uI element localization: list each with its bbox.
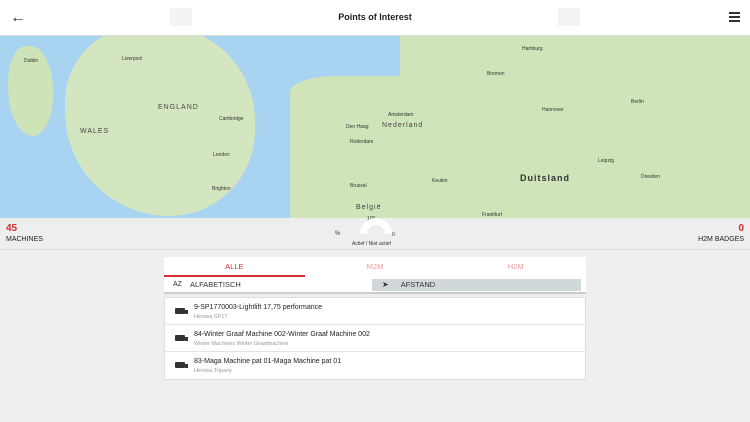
item-subtitle: Winter Machines Winter Graafmachine <box>194 341 289 347</box>
navigation-arrow-icon: ➤ <box>382 280 389 289</box>
map-label: België <box>356 204 382 211</box>
map-label: Berlin <box>631 99 644 105</box>
map-label: Rotterdam <box>350 139 374 145</box>
sort-distance-label: AFSTAND <box>400 280 436 289</box>
machines-label: MACHINES <box>6 236 43 243</box>
app-header: ← Points of Interest <box>0 0 750 36</box>
map-label: Duitsland <box>520 173 571 183</box>
machine-list: 9-SP1770003-Lightlift 17,75 performance … <box>164 297 586 380</box>
map-label: Keulen <box>432 178 448 184</box>
item-title: 84-Winter Graaf Machine 002-Winter Graaf… <box>194 331 370 338</box>
percent-label: % <box>335 231 341 237</box>
item-subtitle: Hinowa Tripany <box>194 368 232 374</box>
sort-alphabetical-button[interactable]: AZ ALFABETISCH <box>169 279 372 291</box>
map-label: Brighton <box>212 186 231 192</box>
map-label: ENGLAND <box>158 104 199 111</box>
map-label: Bremen <box>487 71 505 77</box>
activity-gauge <box>360 218 392 234</box>
list-item[interactable]: 9-SP1770003-Lightlift 17,75 performance … <box>165 298 585 325</box>
list-item[interactable]: 84-Winter Graaf Machine 002-Winter Graaf… <box>165 325 585 352</box>
placeholder-block <box>558 8 580 26</box>
sort-distance-button[interactable]: ➤ AFSTAND <box>372 278 581 291</box>
sort-alphabetical-label: ALFABETISCH <box>189 280 241 289</box>
hamburger-menu-icon[interactable] <box>729 12 740 24</box>
map-label: Liverpool <box>122 56 143 62</box>
map-label: Nederland <box>382 122 424 129</box>
gauge-min: 0 <box>392 232 395 238</box>
page-title: Points of Interest <box>338 12 412 22</box>
truck-icon <box>175 362 188 368</box>
truck-icon <box>175 335 188 341</box>
truck-icon <box>175 308 188 314</box>
map-label: Hamburg <box>522 46 543 52</box>
map-label: Leipzig <box>598 158 614 164</box>
item-title: 83-Maga Machine pat 01-Maga Machine pat … <box>194 358 342 365</box>
gauge-label: Actief / Niet actief <box>352 241 391 247</box>
tab-m2m[interactable]: M2M <box>305 257 446 277</box>
map-label: London <box>213 152 230 158</box>
az-sort-icon: AZ <box>173 281 182 288</box>
stats-bar: 45 MACHINES % 100 0 Actief / Niet actief… <box>0 216 750 250</box>
map-label: Cambridge <box>219 116 244 122</box>
map[interactable]: Dublin Liverpool ENGLAND WALES London Ca… <box>0 36 750 218</box>
map-label: Amsterdam <box>388 112 414 118</box>
badges-count: 0 <box>738 223 744 234</box>
list-item[interactable]: 83-Maga Machine pat 01-Maga Machine pat … <box>165 352 585 379</box>
poi-panel: ALLE M2M H2M AZ ALFABETISCH ➤ AFSTAND <box>164 257 586 294</box>
map-label: Brussel <box>350 183 367 189</box>
map-label: Den Haag <box>346 124 369 130</box>
map-label: Hannover <box>542 107 564 113</box>
map-label: Dresden <box>641 174 660 180</box>
tab-h2m[interactable]: H2M <box>445 257 586 277</box>
item-subtitle: Hinowa SP17 <box>194 314 228 320</box>
badges-label: H2M BADGES <box>698 236 744 243</box>
map-label: WALES <box>80 128 110 135</box>
machines-count: 45 <box>6 223 18 234</box>
item-title: 9-SP1770003-Lightlift 17,75 performance <box>194 304 323 311</box>
map-label: Dublin <box>24 58 39 64</box>
tab-alle[interactable]: ALLE <box>164 257 305 277</box>
